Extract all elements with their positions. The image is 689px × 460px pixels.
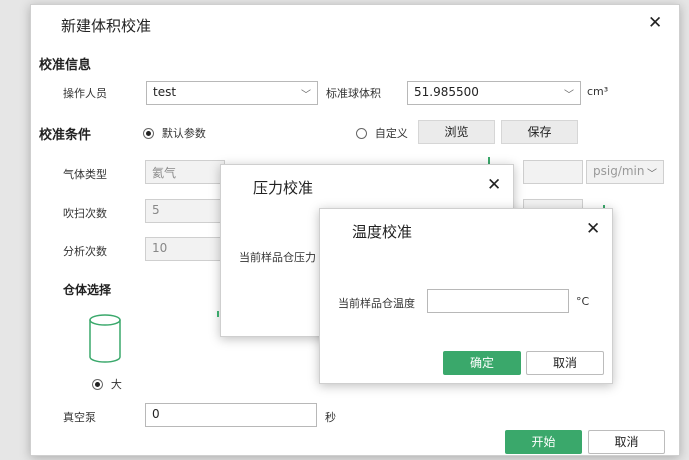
cell-select-heading: 仓体选择 xyxy=(63,283,112,297)
operator-select[interactable]: test ﹀ xyxy=(146,81,318,105)
temperature-dialog: 温度校准 ✕ 当前样品仓温度 °C 确定 取消 xyxy=(319,208,613,384)
browse-button[interactable]: 浏览 xyxy=(418,120,495,144)
default-params-label: 默认参数 xyxy=(161,127,206,140)
pressure-unit-value: psig/min xyxy=(593,164,645,178)
pressure-rate-field xyxy=(523,160,583,184)
custom-radio[interactable]: 自定义 xyxy=(356,125,408,141)
purge-count-field: 5 xyxy=(145,199,225,223)
gas-type-label: 气体类型 xyxy=(63,168,107,181)
vacuum-label: 真空泵 xyxy=(63,411,96,424)
analysis-count-label: 分析次数 xyxy=(63,245,107,258)
std-ball-select[interactable]: 51.985500 ﹀ xyxy=(407,81,581,105)
vacuum-field[interactable]: 0 xyxy=(145,403,317,427)
close-icon[interactable]: ✕ xyxy=(648,15,662,32)
radio-selected-icon xyxy=(92,379,103,390)
temp-cancel-button[interactable]: 取消 xyxy=(526,351,604,375)
operator-label: 操作人员 xyxy=(63,87,107,100)
calibration-info-heading: 校准信息 xyxy=(39,58,92,73)
close-icon[interactable]: ✕ xyxy=(586,221,600,238)
temperature-input[interactable] xyxy=(427,289,569,313)
cell-large-label: 大 xyxy=(110,378,122,391)
temperature-unit: °C xyxy=(576,295,590,308)
chevron-down-icon: ﹀ xyxy=(301,90,311,101)
custom-label: 自定义 xyxy=(374,127,408,140)
close-icon[interactable]: ✕ xyxy=(487,177,501,194)
chevron-down-icon: ﹀ xyxy=(647,169,657,180)
vacuum-unit: 秒 xyxy=(325,411,336,424)
std-ball-value: 51.985500 xyxy=(414,85,479,99)
gas-type-field: 氦气 xyxy=(145,160,225,184)
cylinder-icon xyxy=(89,314,121,363)
pressure-dialog-title: 压力校准 xyxy=(253,179,314,197)
current-pressure-label: 当前样品仓压力 xyxy=(239,251,316,264)
std-ball-unit: cm³ xyxy=(587,85,609,98)
radio-selected-icon xyxy=(143,128,154,139)
cell-large-radio[interactable]: 大 xyxy=(92,376,122,392)
radio-unselected-icon xyxy=(356,128,367,139)
main-dialog-title: 新建体积校准 xyxy=(61,17,152,35)
cancel-button[interactable]: 取消 xyxy=(588,430,665,454)
default-params-radio[interactable]: 默认参数 xyxy=(143,125,206,141)
confirm-button[interactable]: 确定 xyxy=(443,351,521,375)
operator-value: test xyxy=(153,85,177,99)
temperature-dialog-title: 温度校准 xyxy=(352,223,413,241)
start-button[interactable]: 开始 xyxy=(505,430,582,454)
green-marker xyxy=(217,311,219,317)
current-temperature-label: 当前样品仓温度 xyxy=(338,297,415,310)
analysis-count-field: 10 xyxy=(145,237,225,261)
std-ball-label: 标准球体积 xyxy=(326,87,381,100)
calibration-conditions-heading: 校准条件 xyxy=(39,128,92,143)
pressure-unit-select[interactable]: psig/min ﹀ xyxy=(586,160,664,184)
chevron-down-icon: ﹀ xyxy=(564,90,574,101)
save-button[interactable]: 保存 xyxy=(501,120,578,144)
purge-count-label: 吹扫次数 xyxy=(63,207,107,220)
